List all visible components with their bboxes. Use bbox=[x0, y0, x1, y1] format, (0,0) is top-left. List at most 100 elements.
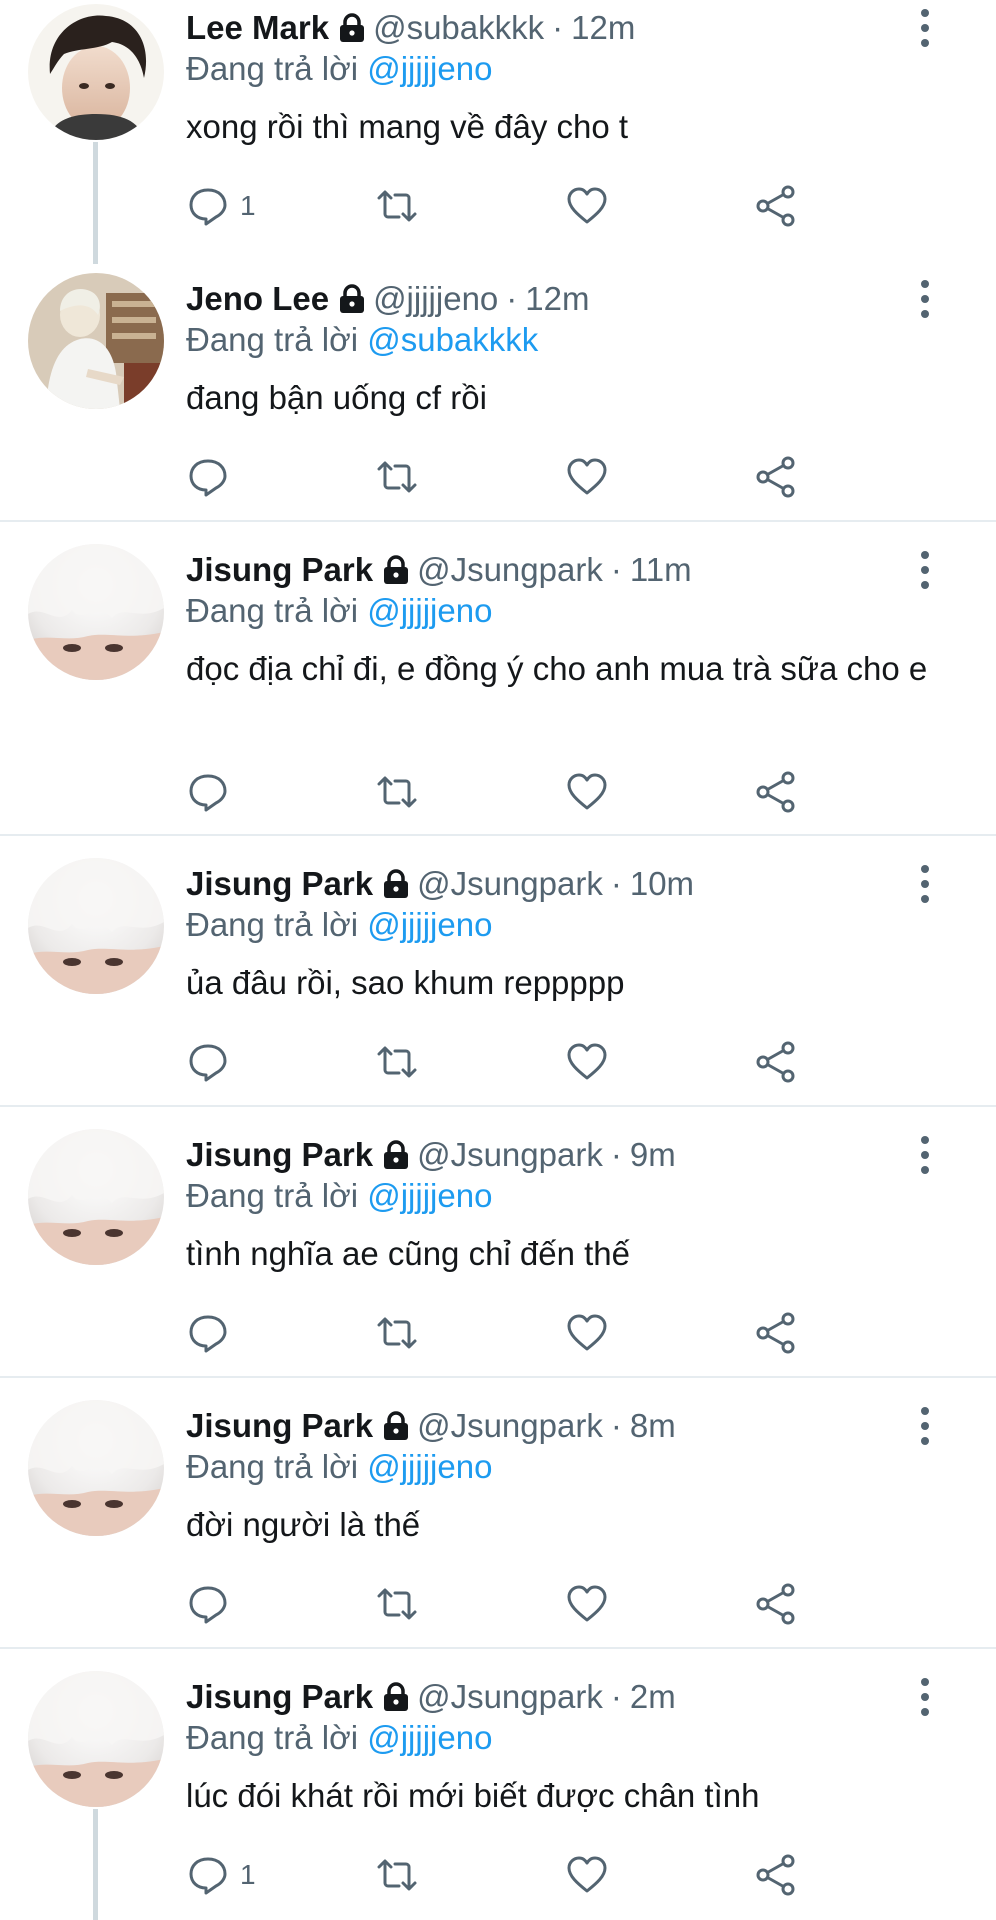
mention-link[interactable]: @jjjjjeno bbox=[367, 50, 492, 87]
lock-icon bbox=[381, 554, 411, 586]
display-name[interactable]: Jisung Park bbox=[186, 1136, 373, 1174]
avatar[interactable] bbox=[28, 858, 164, 994]
separator-dot: · bbox=[610, 551, 622, 588]
speech-bubble-icon bbox=[189, 459, 227, 497]
like-button[interactable] bbox=[565, 1309, 609, 1357]
like-button[interactable] bbox=[565, 182, 609, 230]
tweet-text: đang bận uống cf rồi bbox=[186, 379, 487, 416]
replying-to-line: Đang trả lời @jjjjjeno bbox=[186, 1719, 492, 1757]
more-options-button[interactable] bbox=[905, 550, 945, 590]
user-handle[interactable]: @Jsungpark bbox=[417, 551, 603, 589]
display-name[interactable]: Jisung Park bbox=[186, 1407, 373, 1445]
like-button[interactable] bbox=[565, 1851, 609, 1899]
tweet-divider bbox=[0, 1647, 996, 1649]
timestamp[interactable]: 12m bbox=[571, 9, 635, 47]
user-handle[interactable]: @Jsungpark bbox=[417, 865, 603, 903]
like-button[interactable] bbox=[565, 1580, 609, 1628]
timestamp[interactable]: 11m bbox=[630, 551, 692, 589]
timestamp[interactable]: 9m bbox=[630, 1136, 676, 1174]
heart-icon bbox=[567, 1585, 607, 1622]
timestamp[interactable]: 8m bbox=[630, 1407, 676, 1445]
tweet[interactable]: Lee Mark @subakkkk · 12m Đang trả lời @j… bbox=[0, 0, 996, 264]
like-button[interactable] bbox=[565, 453, 609, 501]
retweet-button[interactable] bbox=[375, 1580, 419, 1628]
share-button[interactable] bbox=[754, 1309, 798, 1357]
avatar[interactable] bbox=[28, 1129, 164, 1265]
display-name[interactable]: Jeno Lee bbox=[186, 280, 329, 318]
share-button[interactable] bbox=[754, 453, 798, 501]
display-name[interactable]: Lee Mark bbox=[186, 9, 329, 47]
mention-link[interactable]: @jjjjjeno bbox=[367, 1177, 492, 1214]
tweet-actions: 1 bbox=[186, 1851, 826, 1899]
display-name[interactable]: Jisung Park bbox=[186, 1678, 373, 1716]
share-button[interactable] bbox=[754, 182, 798, 230]
timestamp[interactable]: 2m bbox=[630, 1678, 676, 1716]
retweet-button[interactable] bbox=[375, 453, 419, 501]
retweet-button[interactable] bbox=[375, 1309, 419, 1357]
user-handle[interactable]: @Jsungpark bbox=[417, 1678, 603, 1716]
more-options-button[interactable] bbox=[905, 279, 945, 319]
tweet-divider bbox=[0, 1376, 996, 1378]
share-button[interactable] bbox=[754, 768, 798, 816]
mention-link[interactable]: @jjjjjeno bbox=[367, 1719, 492, 1756]
retweet-button[interactable] bbox=[375, 1038, 419, 1086]
more-options-button[interactable] bbox=[905, 864, 945, 904]
display-name[interactable]: Jisung Park bbox=[186, 865, 373, 903]
avatar[interactable] bbox=[28, 4, 164, 140]
share-button[interactable] bbox=[754, 1038, 798, 1086]
reply-button[interactable] bbox=[186, 1038, 240, 1086]
dot-icon bbox=[921, 24, 929, 32]
separator-dot: · bbox=[552, 9, 564, 46]
share-nodes-icon bbox=[756, 1854, 795, 1896]
more-options-button[interactable] bbox=[905, 1677, 945, 1717]
lock-icon bbox=[381, 1681, 411, 1713]
share-nodes-icon bbox=[756, 1041, 795, 1083]
mention-link[interactable]: @jjjjjeno bbox=[367, 592, 492, 629]
tweet[interactable]: Jisung Park @Jsungpark · 10m Đang trả lờ… bbox=[0, 856, 996, 1104]
timestamp[interactable]: 12m bbox=[525, 280, 589, 318]
retweet-button[interactable] bbox=[375, 182, 419, 230]
replying-to-line: Đang trả lời @jjjjjeno bbox=[186, 592, 492, 630]
reply-button[interactable]: 1 bbox=[186, 1851, 256, 1899]
tweet[interactable]: Jeno Lee @jjjjjeno · 12m Đang trả lời @s… bbox=[0, 271, 996, 519]
replying-to-label: Đang trả lời bbox=[186, 1177, 359, 1214]
speech-bubble-icon bbox=[189, 1586, 227, 1624]
tweet[interactable]: Jisung Park @Jsungpark · 11m Đang trả lờ… bbox=[0, 542, 996, 832]
user-handle[interactable]: @Jsungpark bbox=[417, 1407, 603, 1445]
like-button[interactable] bbox=[565, 1038, 609, 1086]
tweet[interactable]: Jisung Park @Jsungpark · 8m Đang trả lời… bbox=[0, 1398, 996, 1646]
heart-icon bbox=[567, 187, 607, 224]
like-button[interactable] bbox=[565, 768, 609, 816]
reply-button[interactable]: 1 bbox=[186, 182, 256, 230]
retweet-button[interactable] bbox=[375, 768, 419, 816]
avatar[interactable] bbox=[28, 1400, 164, 1536]
tweet[interactable]: Jisung Park @Jsungpark · 9m Đang trả lời… bbox=[0, 1127, 996, 1375]
reply-button[interactable] bbox=[186, 768, 240, 816]
separator-dot: · bbox=[610, 865, 622, 902]
tweet-actions bbox=[186, 1038, 826, 1086]
tweet[interactable]: Jisung Park @Jsungpark · 2m Đang trả lời… bbox=[0, 1669, 996, 1920]
share-button[interactable] bbox=[754, 1580, 798, 1628]
avatar[interactable] bbox=[28, 1671, 164, 1807]
reply-button[interactable] bbox=[186, 1580, 240, 1628]
avatar[interactable] bbox=[28, 273, 164, 409]
retweet-button[interactable] bbox=[375, 1851, 419, 1899]
heart-icon bbox=[567, 1856, 607, 1893]
more-options-button[interactable] bbox=[905, 1406, 945, 1446]
mention-link[interactable]: @jjjjjeno bbox=[367, 1448, 492, 1485]
avatar[interactable] bbox=[28, 544, 164, 680]
user-handle[interactable]: @Jsungpark bbox=[417, 1136, 603, 1174]
timestamp[interactable]: 10m bbox=[630, 865, 694, 903]
more-options-button[interactable] bbox=[905, 1135, 945, 1175]
tweet-divider bbox=[0, 520, 996, 522]
more-options-button[interactable] bbox=[905, 8, 945, 48]
display-name[interactable]: Jisung Park bbox=[186, 551, 373, 589]
reply-button[interactable] bbox=[186, 453, 240, 501]
mention-link[interactable]: @jjjjjeno bbox=[367, 906, 492, 943]
reply-button[interactable] bbox=[186, 1309, 240, 1357]
retweet-arrows-icon bbox=[377, 190, 417, 222]
mention-link[interactable]: @subakkkk bbox=[367, 321, 538, 358]
user-handle[interactable]: @subakkkk bbox=[373, 9, 544, 47]
share-button[interactable] bbox=[754, 1851, 798, 1899]
user-handle[interactable]: @jjjjjeno bbox=[373, 280, 498, 318]
